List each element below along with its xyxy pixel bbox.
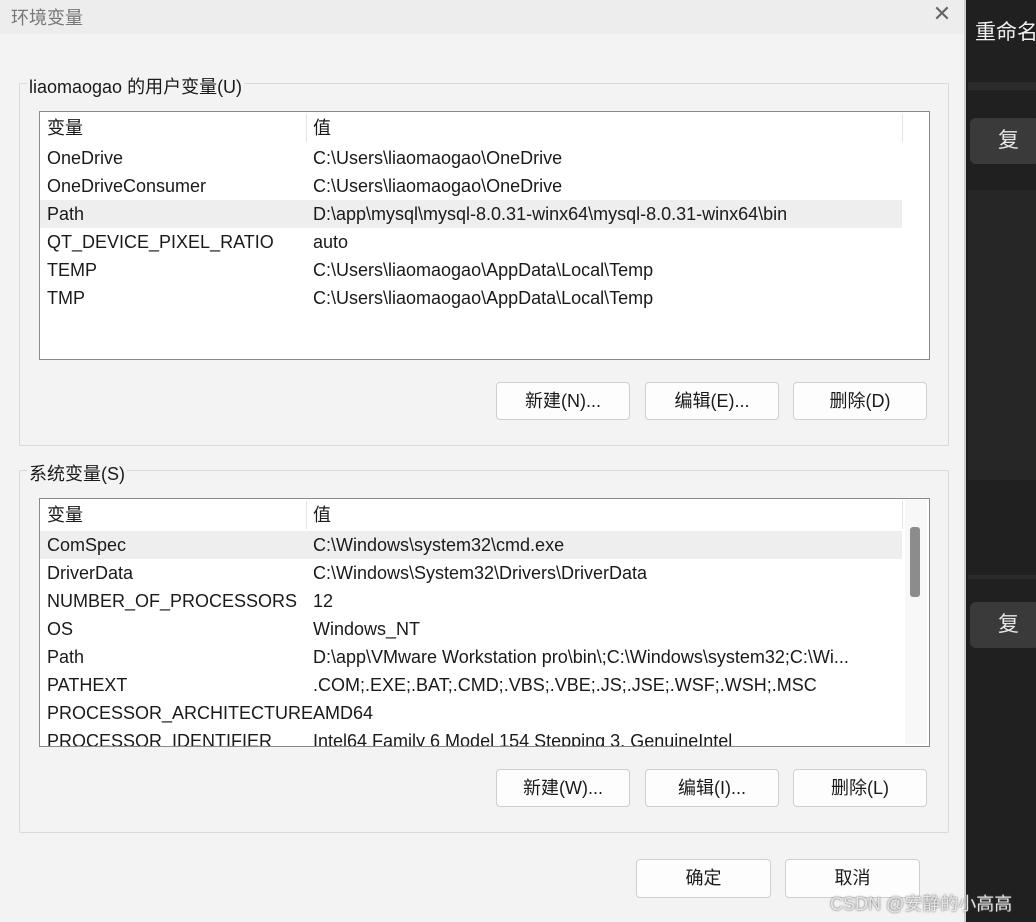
background-copy-button-1[interactable]: 复 [970,118,1036,164]
table-row[interactable]: NUMBER_OF_PROCESSORS 12 [40,587,902,615]
table-row-selected[interactable]: ComSpec C:\Windows\system32\cmd.exe [40,531,902,559]
variable-name: NUMBER_OF_PROCESSORS [47,591,298,611]
variable-name: PROCESSOR_ARCHITECTURE [47,703,314,723]
variable-name: TMP [47,288,85,308]
column-separator [902,501,903,529]
background-copy-button-2[interactable]: 复 [970,602,1036,648]
variable-name: OneDrive [47,148,124,168]
system-variables-list[interactable]: 变量 值 ComSpec C:\Windows\system32\cmd.exe … [39,498,930,747]
table-row[interactable]: TEMP C:\Users\liaomaogao\AppData\Local\Te… [40,256,902,284]
table-row[interactable]: DriverData C:\Windows\System32\Drivers\Dr… [40,559,902,587]
table-row[interactable]: OneDriveConsumer C:\Users\liaomaogao\OneD… [40,172,902,200]
column-header-variable[interactable]: 变量 [40,112,306,142]
close-icon[interactable]: ✕ [928,2,956,26]
variable-name: ComSpec [47,535,127,555]
column-header-variable[interactable]: 变量 [40,499,306,529]
variable-value: C:\Users\liaomaogao\AppData\Local\Temp [313,260,654,280]
user-delete-button[interactable]: 删除(D) [793,382,927,420]
table-row-selected[interactable]: Path D:\app\mysql\mysql-8.0.31-winx64\mys… [40,200,902,228]
dialog-title: 环境变量 [11,8,83,28]
user-edit-button[interactable]: 编辑(E)... [645,382,779,420]
system-variables-label: 系统变量(S) [27,460,127,486]
background-rename-label: 重命名 [975,21,1036,44]
variable-name: PATHEXT [47,675,128,695]
variable-value: .COM;.EXE;.BAT;.CMD;.VBS;.VBE;.JS;.JSE;.… [313,675,817,695]
variable-value: 12 [313,591,334,611]
variable-value: auto [313,232,349,252]
ok-button[interactable]: 确定 [636,859,771,898]
table-row[interactable]: OS Windows_NT [40,615,902,643]
table-row[interactable]: TMP C:\Users\liaomaogao\AppData\Local\Tem… [40,284,902,312]
variable-value: C:\Windows\system32\cmd.exe [313,535,565,555]
table-row[interactable]: PATHEXT .COM;.EXE;.BAT;.CMD;.VBS;.VBE;.JS… [40,671,902,699]
table-row[interactable]: Path D:\app\VMware Workstation pro\bin\;C… [40,643,902,671]
table-row[interactable]: PROCESSOR_IDENTIFIER Intel64 Family 6 Mod… [40,727,902,747]
variable-name: PROCESSOR_IDENTIFIER [47,731,273,747]
column-header-value[interactable]: 值 [306,499,902,529]
variable-value: Windows_NT [313,619,421,639]
system-delete-button[interactable]: 删除(L) [793,769,927,807]
system-edit-button[interactable]: 编辑(I)... [645,769,779,807]
title-bar [0,0,964,34]
system-new-button[interactable]: 新建(W)... [496,769,630,807]
watermark: CSDN @安静的小高高 [830,894,1013,914]
column-separator [902,114,903,142]
background-divider [968,82,1036,90]
background-panel-1 [968,190,1036,480]
variable-name: DriverData [47,563,134,583]
variable-name: TEMP [47,260,98,280]
table-row[interactable]: OneDrive C:\Users\liaomaogao\OneDrive [40,144,902,172]
list-header: 变量 值 [40,112,903,142]
variable-value: D:\app\mysql\mysql-8.0.31-winx64\mysql-8… [313,204,788,224]
scrollbar-thumb[interactable] [910,527,920,597]
variable-value: AMD64 [313,703,374,723]
table-row[interactable]: QT_DEVICE_PIXEL_RATIO auto [40,228,902,256]
variable-name: QT_DEVICE_PIXEL_RATIO [47,232,274,252]
variable-name: Path [47,647,85,667]
background-divider-2 [968,575,1036,579]
variable-name: Path [47,204,85,224]
variable-value: C:\Users\liaomaogao\AppData\Local\Temp [313,288,654,308]
user-variables-label: liaomaogao 的用户变量(U) [27,73,245,99]
variable-name: OS [47,619,74,639]
environment-variables-dialog: 环境变量 ✕ liaomaogao 的用户变量(U) 变量 值 OneDrive… [0,0,966,922]
column-header-value[interactable]: 值 [306,112,902,142]
variable-value: D:\app\VMware Workstation pro\bin\;C:\Wi… [313,647,849,667]
vertical-scrollbar[interactable] [905,499,927,744]
variable-value: Intel64 Family 6 Model 154 Stepping 3, G… [313,731,733,747]
variable-name: OneDriveConsumer [47,176,207,196]
user-variables-list[interactable]: 变量 值 OneDrive C:\Users\liaomaogao\OneDriv… [39,111,930,360]
user-new-button[interactable]: 新建(N)... [496,382,630,420]
table-row[interactable]: PROCESSOR_ARCHITECTURE AMD64 [40,699,902,727]
variable-value: C:\Users\liaomaogao\OneDrive [313,176,563,196]
variable-value: C:\Users\liaomaogao\OneDrive [313,148,563,168]
list-header: 变量 值 [40,499,903,529]
variable-value: C:\Windows\System32\Drivers\DriverData [313,563,648,583]
